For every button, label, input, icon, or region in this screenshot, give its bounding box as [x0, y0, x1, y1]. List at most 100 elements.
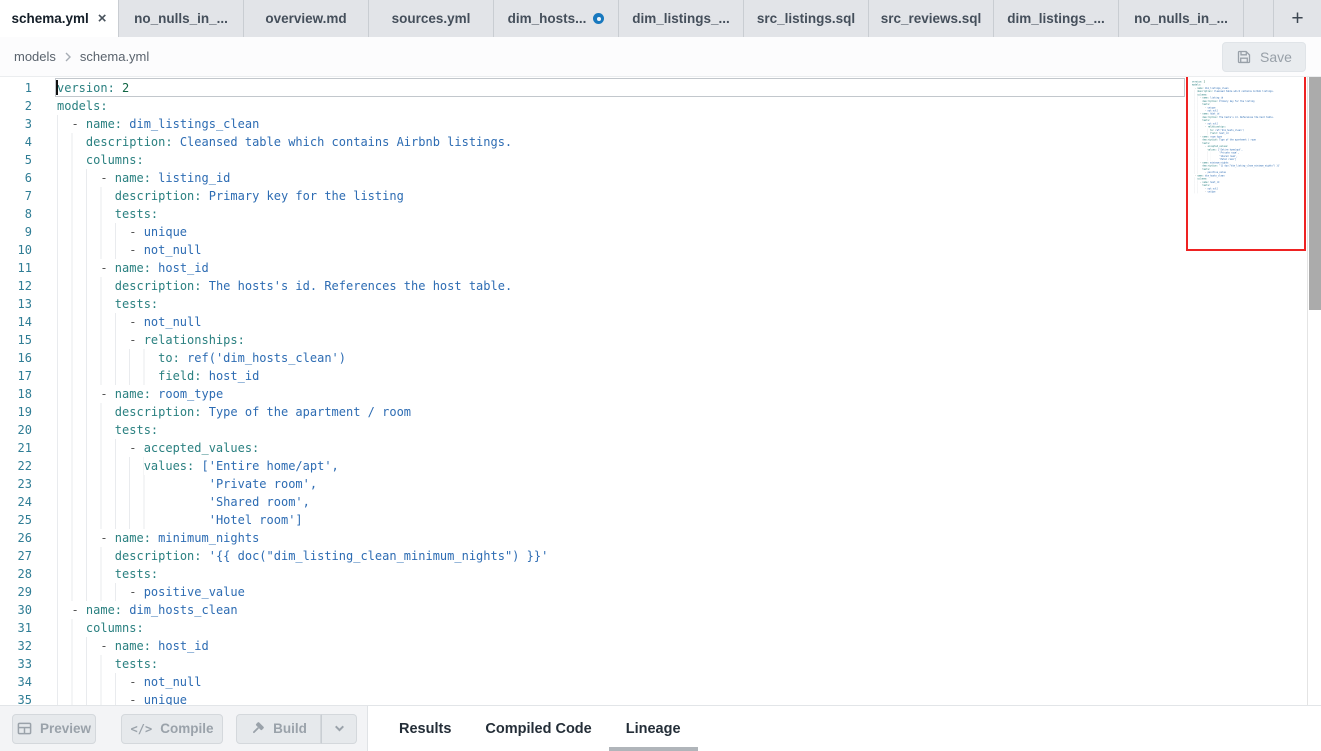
- code-line[interactable]: 19description: Type of the apartment / r…: [0, 403, 1321, 421]
- line-content: tests:: [57, 565, 158, 583]
- bottom-tab-label: Lineage: [626, 721, 681, 737]
- gutter-line-number: 26: [0, 529, 32, 547]
- new-tab-button[interactable]: +: [1274, 0, 1321, 37]
- tab-close-icon[interactable]: ×: [98, 11, 107, 26]
- tab-no-nulls-in[interactable]: no_nulls_in_...: [1119, 0, 1244, 37]
- gutter-line-number: 3: [0, 115, 32, 133]
- gutter-line-number: 20: [0, 421, 32, 439]
- grid-icon: [17, 721, 32, 736]
- code-line[interactable]: 14- not_null: [0, 313, 1321, 331]
- gutter-line-number: 27: [0, 547, 32, 565]
- line-content: - name: room_type: [57, 385, 223, 403]
- code-line[interactable]: 15- relationships:: [0, 331, 1321, 349]
- gutter-line-number: 35: [0, 691, 32, 705]
- line-content: columns:: [57, 151, 144, 169]
- line-content: - name: minimum_nights: [57, 529, 259, 547]
- build-label: Build: [273, 721, 307, 736]
- code-line[interactable]: 27description: '{{ doc("dim_listing_clea…: [0, 547, 1321, 565]
- gutter-line-number: 24: [0, 493, 32, 511]
- tab-no-nulls-in[interactable]: no_nulls_in_...: [119, 0, 244, 37]
- code-line[interactable]: 29- positive_value: [0, 583, 1321, 601]
- preview-button[interactable]: Preview: [12, 714, 96, 744]
- code-line[interactable]: 22values: ['Entire home/apt',: [0, 457, 1321, 475]
- code-line[interactable]: 12description: The hosts's id. Reference…: [0, 277, 1321, 295]
- text-cursor: [56, 80, 58, 95]
- code-line[interactable]: 9- unique: [0, 223, 1321, 241]
- editor-scrollbar[interactable]: [1307, 77, 1321, 705]
- gutter-line-number: 15: [0, 331, 32, 349]
- tab-label: src_reviews.sql: [881, 11, 982, 26]
- code-line[interactable]: 20 tests:: [0, 421, 1321, 439]
- breadcrumb-chevron-icon: [63, 51, 73, 63]
- code-line[interactable]: 28 tests:: [0, 565, 1321, 583]
- tab-label: schema.yml: [11, 11, 88, 26]
- build-dropdown-button[interactable]: [321, 714, 357, 744]
- line-content: - not_null: [57, 673, 201, 691]
- gutter-line-number: 25: [0, 511, 32, 529]
- code-area[interactable]: 1 version: 22models:3 - name: dim_listings…: [0, 77, 1321, 705]
- code-line[interactable]: 17field: host_id: [0, 367, 1321, 385]
- gutter-line-number: 34: [0, 673, 32, 691]
- code-line[interactable]: 13tests:: [0, 295, 1321, 313]
- scrollbar-thumb[interactable]: [1309, 77, 1321, 310]
- code-line[interactable]: 35 - unique: [0, 691, 1321, 705]
- save-icon: [1236, 49, 1252, 65]
- build-button[interactable]: Build: [236, 714, 321, 744]
- line-content: - name: dim_listings_clean: [57, 115, 259, 133]
- line-content: tests:: [57, 421, 158, 439]
- code-line[interactable]: 3 - name: dim_listings_clean: [0, 115, 1321, 133]
- code-line[interactable]: 21- accepted_values:: [0, 439, 1321, 457]
- line-content: version: 2: [57, 79, 129, 97]
- code-line[interactable]: 2models:: [0, 97, 1321, 115]
- code-line[interactable]: 25 'Hotel room']: [0, 511, 1321, 529]
- line-content: description: The hosts's id. References …: [57, 277, 512, 295]
- line-content: description: Cleansed table which contai…: [57, 133, 512, 151]
- code-line[interactable]: 6- name: listing_id: [0, 169, 1321, 187]
- code-line[interactable]: 4description: Cleansed table which conta…: [0, 133, 1321, 151]
- tab-src-listings-sql[interactable]: src_listings.sql: [744, 0, 869, 37]
- code-line[interactable]: 18- name: room_type: [0, 385, 1321, 403]
- tab-schema-yml[interactable]: schema.yml ×: [0, 0, 119, 37]
- code-line[interactable]: 33tests:: [0, 655, 1321, 673]
- tab-dim-listings[interactable]: dim_listings_...: [994, 0, 1119, 37]
- tab-dim-listings[interactable]: dim_listings_...: [619, 0, 744, 37]
- line-content: description: Type of the apartment / roo…: [57, 403, 411, 421]
- code-line[interactable]: 1 version: 2: [0, 79, 1321, 97]
- results-tab[interactable]: Results: [382, 706, 468, 751]
- code-line[interactable]: 16to: ref('dim_hosts_clean'): [0, 349, 1321, 367]
- gutter-line-number: 14: [0, 313, 32, 331]
- breadcrumb-item-models[interactable]: models: [14, 49, 56, 64]
- save-label: Save: [1260, 49, 1292, 65]
- code-line[interactable]: 32- name: host_id: [0, 637, 1321, 655]
- bottom-actions: Preview </> Compile Build: [0, 706, 368, 751]
- code-line[interactable]: 11- name: host_id: [0, 259, 1321, 277]
- code-icon: </>: [131, 722, 153, 736]
- code-line[interactable]: 34 - not_null: [0, 673, 1321, 691]
- compile-button[interactable]: </> Compile: [121, 714, 223, 744]
- tab-src-reviews-sql[interactable]: src_reviews.sql: [869, 0, 994, 37]
- tab-dim-hosts[interactable]: dim_hosts...: [494, 0, 619, 37]
- code-line[interactable]: 31columns:: [0, 619, 1321, 637]
- code-line[interactable]: 5columns:: [0, 151, 1321, 169]
- line-content: - unique: [57, 691, 187, 705]
- code-line[interactable]: 23 'Private room',: [0, 475, 1321, 493]
- code-line[interactable]: 8tests:: [0, 205, 1321, 223]
- tab-bar: schema.yml×no_nulls_in_...overview.mdsou…: [0, 0, 1321, 37]
- gutter-line-number: 11: [0, 259, 32, 277]
- code-line[interactable]: 10- not_null: [0, 241, 1321, 259]
- line-content: - name: host_id: [57, 637, 209, 655]
- code-line[interactable]: 30- name: dim_hosts_clean: [0, 601, 1321, 619]
- code-line[interactable]: 24 'Shared room',: [0, 493, 1321, 511]
- gutter-line-number: 1: [0, 79, 32, 97]
- code-line[interactable]: 26 - name: minimum_nights: [0, 529, 1321, 547]
- code-line[interactable]: 7description: Primary key for the listin…: [0, 187, 1321, 205]
- tab-overview-md[interactable]: overview.md: [244, 0, 369, 37]
- tab-sources-yml[interactable]: sources.yml: [369, 0, 494, 37]
- code-editor[interactable]: 1 version: 22models:3 - name: dim_listings…: [0, 77, 1321, 705]
- compiled-code-tab[interactable]: Compiled Code: [468, 706, 608, 751]
- save-button[interactable]: Save: [1222, 42, 1306, 72]
- line-content: 'Shared room',: [57, 493, 310, 511]
- lineage-tab[interactable]: Lineage: [609, 706, 698, 751]
- minimap[interactable]: version: 2models:- name: dim_listings_cl…: [1186, 77, 1306, 251]
- gutter-line-number: 28: [0, 565, 32, 583]
